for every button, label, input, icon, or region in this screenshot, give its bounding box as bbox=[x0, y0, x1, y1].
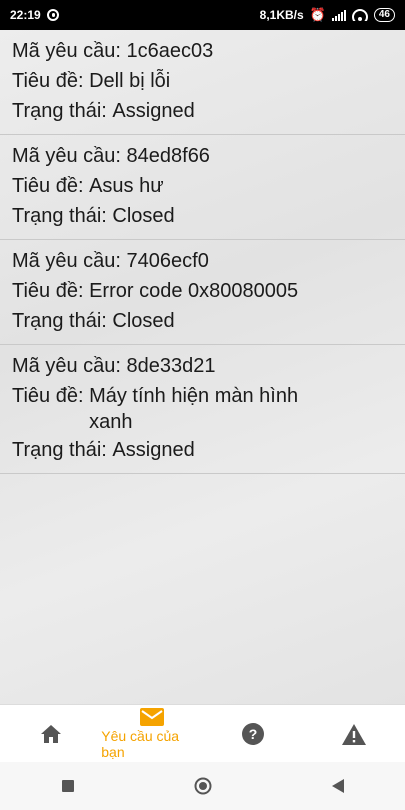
request-title-label: Tiêu đề: bbox=[12, 385, 90, 407]
request-card[interactable]: Mã yêu cầu: 1c6aec03 Tiêu đề: Dell bị lỗ… bbox=[0, 30, 405, 135]
request-status-row: Trạng thái: Closed bbox=[12, 201, 405, 231]
pinterest-icon bbox=[46, 9, 59, 21]
request-id-row: Mã yêu cầu: 84ed8f66 bbox=[12, 141, 405, 171]
nav-help[interactable]: ? bbox=[203, 705, 304, 763]
request-status-value: Closed bbox=[112, 205, 175, 227]
request-id-row: Mã yêu cầu: 1c6aec03 bbox=[12, 36, 405, 66]
nav-your-requests-label: Yêu cầu của bạn bbox=[101, 728, 180, 760]
status-bar: 22:19 8,1KB/s ⏰ 46 bbox=[0, 0, 405, 30]
request-status-value: Assigned bbox=[112, 100, 195, 122]
mail-icon bbox=[139, 708, 164, 726]
request-id-row: Mã yêu cầu: 7406ecf0 bbox=[12, 246, 405, 276]
home-button[interactable] bbox=[183, 766, 223, 806]
back-button[interactable] bbox=[318, 766, 358, 806]
request-status-label: Trạng thái: bbox=[12, 205, 113, 227]
request-id-label: Mã yêu cầu: bbox=[12, 250, 127, 272]
nav-your-requests[interactable]: Yêu cầu của bạn bbox=[101, 705, 202, 763]
request-title-label: Tiêu đề: bbox=[12, 70, 90, 92]
request-status-label: Trạng thái: bbox=[12, 310, 113, 332]
request-status-row: Trạng thái: Assigned bbox=[12, 96, 405, 126]
request-title-label: Tiêu đề: bbox=[12, 175, 90, 197]
request-card[interactable]: Mã yêu cầu: 8de33d21 Tiêu đề: Máy tính h… bbox=[0, 345, 405, 474]
request-id-row: Mã yêu cầu: 8de33d21 bbox=[12, 351, 405, 381]
request-id-label: Mã yêu cầu: bbox=[12, 355, 127, 377]
request-id-value: 8de33d21 bbox=[126, 355, 216, 377]
request-list: Mã yêu cầu: 1c6aec03 Tiêu đề: Dell bị lỗ… bbox=[0, 30, 405, 704]
recents-button[interactable] bbox=[48, 766, 88, 806]
home-circle-icon bbox=[194, 777, 211, 795]
help-icon: ? bbox=[242, 723, 265, 745]
request-id-value: 1c6aec03 bbox=[126, 40, 214, 62]
wifi-icon bbox=[351, 9, 368, 21]
nav-warning[interactable] bbox=[304, 705, 405, 763]
request-title-value: Máy tính hiện màn hình xanh bbox=[89, 385, 299, 433]
bottom-nav: Yêu cầu của bạn ? bbox=[0, 704, 405, 763]
alarm-icon: ⏰ bbox=[309, 7, 326, 22]
request-status-label: Trạng thái: bbox=[12, 439, 113, 461]
request-status-row: Trạng thái: Closed bbox=[12, 306, 405, 336]
nav-home[interactable] bbox=[0, 705, 101, 763]
request-card[interactable]: Mã yêu cầu: 7406ecf0 Tiêu đề: Error code… bbox=[0, 240, 405, 345]
request-title-value: Dell bị lỗi bbox=[89, 70, 171, 92]
recents-icon bbox=[61, 780, 74, 792]
request-title-row: Tiêu đề: Error code 0x80080005 bbox=[12, 276, 405, 306]
request-card[interactable]: Mã yêu cầu: 84ed8f66 Tiêu đề: Asus hư Tr… bbox=[0, 135, 405, 240]
system-nav-bar bbox=[0, 762, 405, 810]
request-status-label: Trạng thái: bbox=[12, 100, 113, 122]
back-icon bbox=[331, 779, 344, 793]
request-status-value: Closed bbox=[112, 310, 175, 332]
warning-icon bbox=[342, 723, 367, 745]
request-id-label: Mã yêu cầu: bbox=[12, 40, 127, 62]
request-title-label: Tiêu đề: bbox=[12, 280, 90, 302]
request-id-label: Mã yêu cầu: bbox=[12, 145, 127, 167]
home-icon bbox=[40, 725, 61, 743]
request-id-value: 7406ecf0 bbox=[126, 250, 209, 272]
request-title-row: Tiêu đề: Asus hư bbox=[12, 171, 405, 201]
request-title-value: Asus hư bbox=[89, 175, 164, 197]
request-title-row: Tiêu đề: Dell bị lỗi bbox=[12, 66, 405, 96]
request-title-value: Error code 0x80080005 bbox=[89, 280, 299, 302]
signal-icon bbox=[331, 9, 346, 21]
request-status-value: Assigned bbox=[112, 439, 195, 461]
clock: 22:19 bbox=[10, 8, 41, 22]
battery-icon: 46 bbox=[373, 8, 395, 22]
request-id-value: 84ed8f66 bbox=[126, 145, 210, 167]
svg-text:?: ? bbox=[249, 726, 258, 742]
request-title-row: Tiêu đề: Máy tính hiện màn hình xanh bbox=[12, 381, 405, 435]
request-status-row: Trạng thái: Assigned bbox=[12, 435, 405, 465]
network-speed: 8,1KB/s bbox=[259, 8, 304, 22]
